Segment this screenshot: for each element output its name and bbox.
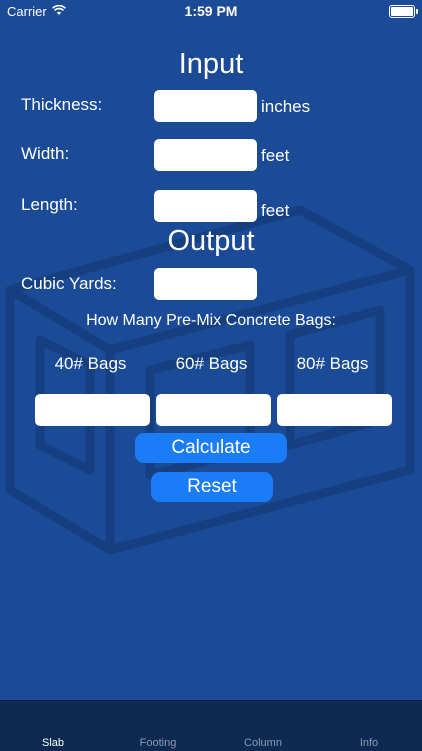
tab-footing[interactable]: Footing [108, 737, 208, 749]
width-label: Width: [21, 144, 70, 163]
reset-button[interactable]: Reset [151, 472, 273, 502]
bag-label-60: 60# Bags [175, 354, 248, 373]
tab-slab[interactable]: Slab [3, 737, 103, 749]
length-input[interactable] [154, 190, 257, 222]
length-label: Length: [21, 195, 78, 214]
bags-40-output[interactable] [35, 394, 150, 426]
bags-60-output[interactable] [156, 394, 271, 426]
output-heading: Output [167, 225, 255, 257]
thickness-unit: inches [261, 97, 311, 116]
bag-label-80: 80# Bags [296, 354, 369, 373]
input-heading: Input [178, 48, 244, 80]
cubic-yards-label: Cubic Yards: [21, 274, 117, 293]
cubic-yards-output[interactable] [154, 268, 257, 300]
tab-info[interactable]: Info [319, 737, 419, 749]
thickness-input[interactable] [154, 90, 257, 122]
clock: 1:59 PM [184, 3, 238, 19]
bags-question: How Many Pre-Mix Concrete Bags: [86, 312, 336, 329]
status-bar: Carrier 1:59 PM [0, 0, 422, 22]
width-unit: feet [261, 146, 290, 165]
thickness-label: Thickness: [21, 95, 103, 114]
bag-label-40: 40# Bags [54, 354, 127, 373]
bags-80-output[interactable] [277, 394, 392, 426]
tab-column[interactable]: Column [213, 737, 313, 749]
width-input[interactable] [154, 139, 257, 171]
length-unit: feet [261, 201, 290, 220]
battery-icon [389, 5, 418, 18]
calculate-button[interactable]: Calculate [135, 433, 287, 463]
